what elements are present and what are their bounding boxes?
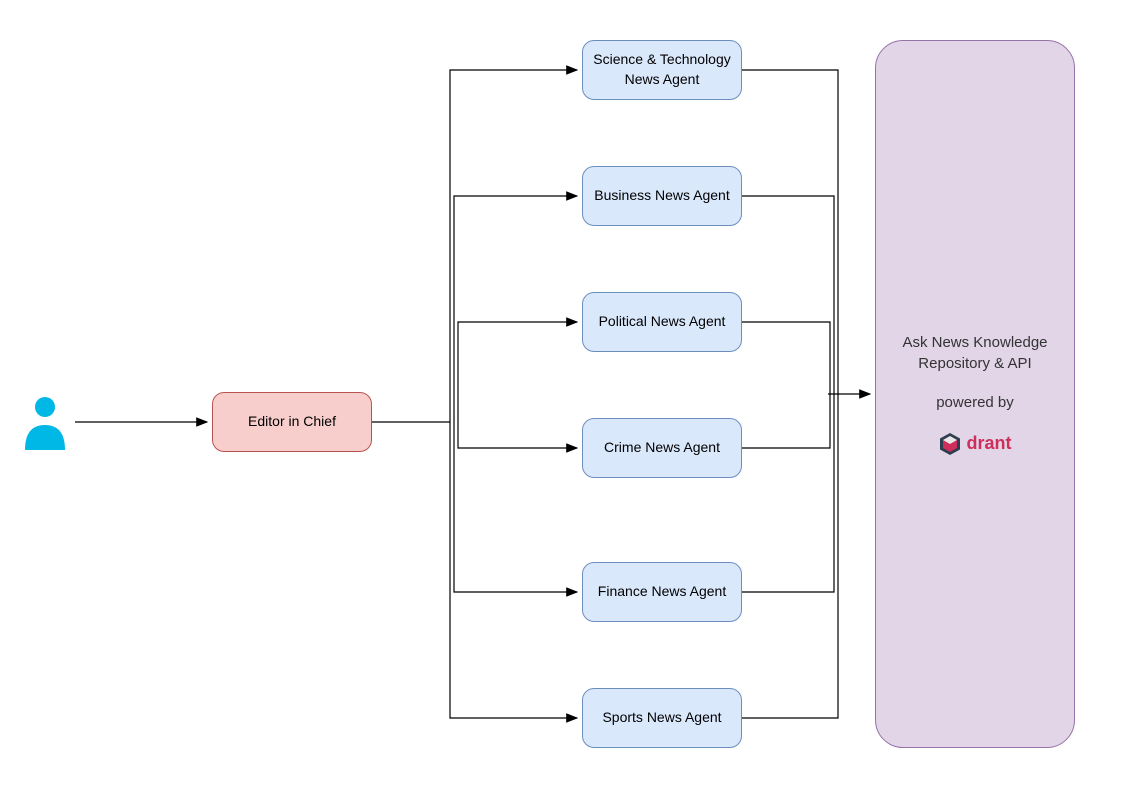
edge-editor-agent4 (454, 422, 577, 592)
user-actor-icon (20, 395, 70, 450)
agent-label: Sports News Agent (602, 708, 721, 728)
editor-in-chief-node: Editor in Chief (212, 392, 372, 452)
edge-editor-agent2 (458, 322, 577, 422)
agent-label: Business News Agent (594, 186, 729, 206)
edge-editor-agent1 (454, 196, 577, 422)
repository-node: Ask News Knowledge Repository & API powe… (875, 40, 1075, 748)
edge-agent0-repo (742, 70, 838, 394)
agent-node-crime: Crime News Agent (582, 418, 742, 478)
edge-agent2-repo (742, 322, 830, 394)
agent-label: Crime News Agent (604, 438, 720, 458)
agent-label: Finance News Agent (598, 582, 726, 602)
edge-agent4-repo (742, 394, 834, 592)
agent-node-finance: Finance News Agent (582, 562, 742, 622)
repository-powered-label: powered by (936, 392, 1014, 413)
agent-node-scitech: Science & Technology News Agent (582, 40, 742, 100)
edge-editor-agent0 (450, 70, 577, 422)
qdrant-brand-text: drant (967, 431, 1012, 456)
repository-title: Ask News Knowledge Repository & API (886, 332, 1064, 374)
edge-agent1-repo (742, 196, 834, 394)
edge-editor-agent3 (458, 422, 577, 448)
qdrant-logo-icon (939, 432, 961, 456)
agent-node-sports: Sports News Agent (582, 688, 742, 748)
agent-label: Political News Agent (599, 312, 726, 332)
edge-agent5-repo (742, 394, 838, 718)
agent-node-political: Political News Agent (582, 292, 742, 352)
qdrant-logo: drant (939, 431, 1012, 456)
agent-node-business: Business News Agent (582, 166, 742, 226)
editor-label: Editor in Chief (248, 412, 336, 432)
edge-editor-agent5 (450, 422, 577, 718)
agent-label: Science & Technology News Agent (593, 50, 731, 89)
edge-agent3-repo (742, 394, 830, 448)
